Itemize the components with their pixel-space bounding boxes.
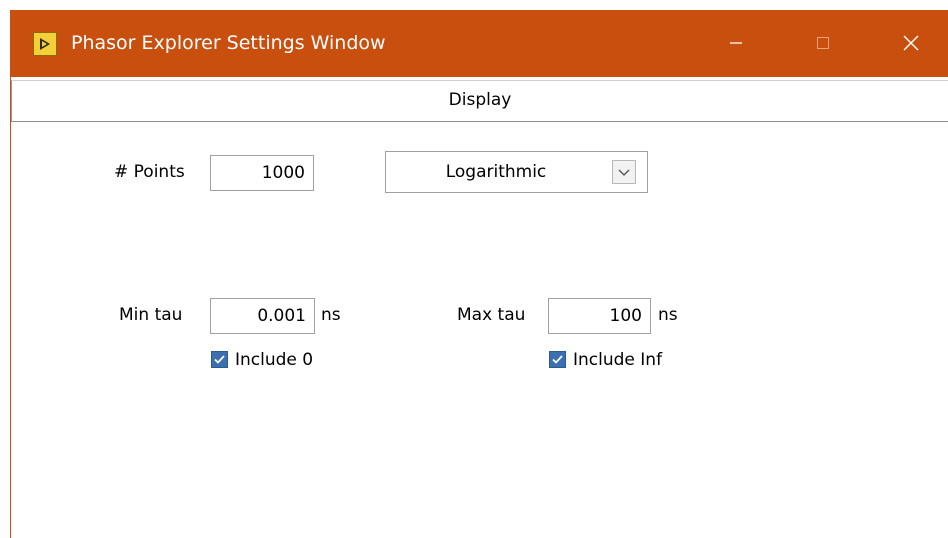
labview-vi-icon — [33, 32, 57, 56]
max-tau-unit: ns — [658, 305, 678, 325]
points-input[interactable]: 1000 — [210, 155, 314, 191]
include-0-label: Include 0 — [235, 350, 314, 370]
checkmark-icon — [552, 355, 563, 364]
include-inf-label: Include Inf — [573, 350, 663, 370]
title-bar[interactable]: Phasor Explorer Settings Window — [11, 10, 948, 77]
maximize-icon — [817, 37, 829, 49]
scale-dropdown-button[interactable] — [612, 160, 636, 184]
max-tau-label: Max tau — [457, 305, 526, 325]
include-inf-checkbox[interactable] — [549, 351, 566, 368]
tab-display[interactable]: Display — [11, 80, 948, 122]
scale-select-value: Logarithmic — [445, 162, 547, 182]
tab-bar: Display — [11, 77, 948, 122]
points-label: # Points — [114, 162, 185, 182]
min-tau-unit: ns — [321, 305, 341, 325]
include-0-checkbox[interactable] — [211, 351, 228, 368]
scale-select[interactable]: Logarithmic — [385, 151, 648, 193]
chevron-down-icon — [618, 169, 630, 176]
close-icon — [903, 35, 919, 51]
window-title: Phasor Explorer Settings Window — [71, 32, 386, 54]
min-tau-input[interactable]: 0.001 — [210, 298, 315, 334]
minimize-button[interactable] — [711, 26, 761, 60]
settings-window: Phasor Explorer Settings Window Display … — [10, 10, 948, 538]
min-tau-label: Min tau — [119, 305, 183, 325]
minimize-icon — [730, 42, 742, 44]
close-button[interactable] — [886, 26, 936, 60]
checkmark-icon — [214, 355, 225, 364]
maximize-button[interactable] — [798, 26, 848, 60]
max-tau-input[interactable]: 100 — [548, 298, 651, 334]
